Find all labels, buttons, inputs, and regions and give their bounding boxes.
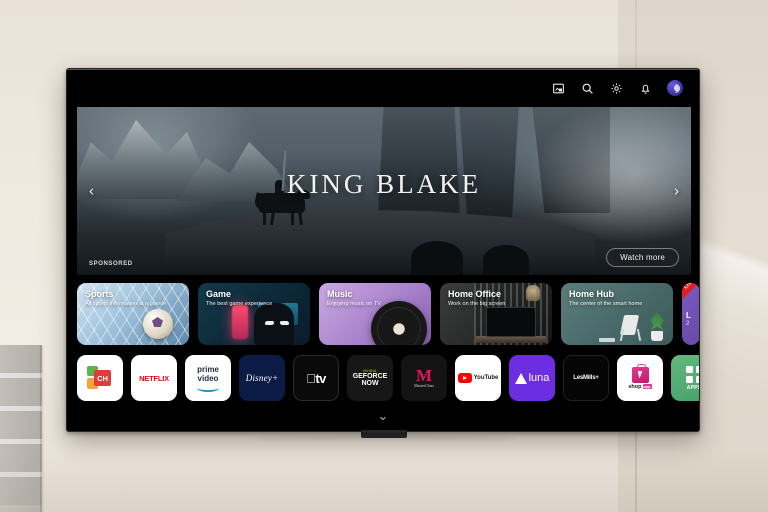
television: KING BLAKE SPONSORED Watch more ‹ › Spor…: [54, 56, 712, 444]
rgb-pc-art: [232, 305, 248, 339]
multiview-icon[interactable]: [551, 81, 566, 96]
app-label: shop: [628, 383, 642, 390]
tv-screen: KING BLAKE SPONSORED Watch more ‹ › Spor…: [66, 68, 700, 432]
app-netflix[interactable]: NETFLIX: [131, 355, 177, 401]
card-title: L: [686, 311, 691, 320]
bell-icon[interactable]: [638, 81, 653, 96]
sponsored-label: SPONSORED: [89, 261, 133, 267]
card-subtitle: 2: [686, 321, 690, 327]
hero-next-arrow[interactable]: ›: [674, 184, 679, 199]
app-disney-plus[interactable]: Disney+: [239, 355, 285, 401]
app-label-wrap: shop app: [628, 383, 652, 390]
vinyl-record-art: [371, 301, 427, 345]
card-title: Home Hub: [569, 289, 614, 299]
desk-art: [476, 336, 546, 343]
hero-prev-arrow[interactable]: ‹: [89, 184, 94, 199]
app-launcher-row: CH NETFLIX prime video Disney+ tv NVIDI…: [77, 355, 700, 403]
lg-channels-icon: CH: [87, 366, 113, 390]
hero-title: KING BLAKE: [286, 169, 482, 199]
monitor-art: [486, 307, 536, 337]
amazon-smile-icon: [197, 384, 219, 392]
gear-icon[interactable]: [609, 81, 624, 96]
youtube-play-icon: [457, 373, 472, 383]
floor-shadow: [0, 452, 768, 512]
card-title: Game: [206, 289, 232, 299]
card-subtitle: The best game experience: [206, 301, 273, 307]
card-title: Home Office: [448, 289, 502, 299]
card-home-office[interactable]: Home Office Work on the big screen: [440, 283, 552, 345]
app-label: APPS: [686, 384, 700, 391]
category-card-row: Sports All sports information at a glanc…: [77, 283, 699, 347]
card-sports[interactable]: Sports All sports information at a glanc…: [77, 283, 189, 345]
shopping-bag-icon: [631, 363, 649, 383]
app-label: luna: [528, 372, 550, 384]
chevron-down-icon[interactable]: ⌄: [378, 409, 389, 422]
app-label: CH: [97, 373, 108, 383]
card-live-partial[interactable]: LIVE L 2: [682, 283, 699, 345]
tv-stand-shadow: [254, 436, 514, 441]
app-label: NETFLIX: [139, 373, 169, 383]
card-title: Sports: [85, 289, 114, 299]
card-game[interactable]: Game The best game experience: [198, 283, 310, 345]
soccer-ball-icon: [143, 309, 173, 339]
card-subtitle: Enjoying music on TV: [327, 301, 381, 307]
app-label-secondary: video: [197, 373, 219, 383]
desk-lamp-art: [526, 285, 540, 301]
card-subtitle: Work on the big screen: [448, 301, 506, 307]
luna-triangle-icon: [514, 372, 527, 384]
app-lesmills[interactable]: LesMills+: [563, 355, 609, 401]
app-youtube[interactable]: YouTube: [455, 355, 501, 401]
card-subtitle: The center of the smart home: [569, 301, 643, 307]
card-home-hub[interactable]: Home Hub The center of the smart home: [561, 283, 673, 345]
live-badge: LIVE: [682, 283, 699, 303]
app-label: GEFORCE: [352, 372, 388, 380]
avatar[interactable]: [667, 80, 683, 96]
avatar-glyph: [670, 83, 680, 93]
plant-art: [647, 311, 667, 341]
live-badge-label: LIVE: [682, 283, 696, 290]
app-label: MasterClass: [414, 383, 434, 388]
table-art: [599, 338, 615, 342]
watch-more-button[interactable]: Watch more: [606, 248, 679, 267]
card-title: Music: [327, 289, 353, 299]
app-apple-tv[interactable]: tv: [293, 355, 339, 401]
app-lg-channels[interactable]: CH: [77, 355, 123, 401]
app-label: tv: [306, 370, 326, 386]
app-apps-store[interactable]: APPS: [671, 355, 700, 401]
app-badge: app: [642, 384, 652, 389]
app-label: LesMills+: [573, 375, 599, 381]
hero-banner[interactable]: KING BLAKE SPONSORED Watch more ‹ ›: [77, 107, 691, 275]
app-label: Disney+: [245, 373, 279, 383]
app-label: prime: [197, 364, 219, 374]
search-icon[interactable]: [580, 81, 595, 96]
app-geforce-now[interactable]: NVIDIA GEFORCE NOW: [347, 355, 393, 401]
card-subtitle: All sports information at a glance: [85, 301, 167, 307]
app-label: YouTube: [473, 375, 499, 381]
card-music[interactable]: Music Enjoying music on TV: [319, 283, 431, 345]
grid-icon: [685, 365, 699, 383]
app-masterclass[interactable]: M MasterClass: [401, 355, 447, 401]
app-shop[interactable]: shop app: [617, 355, 663, 401]
masterclass-mark-icon: M: [415, 366, 433, 385]
app-label-secondary: NOW: [361, 380, 379, 387]
status-bar: [67, 69, 699, 107]
app-luna[interactable]: luna: [509, 355, 555, 401]
chair-art: [617, 315, 643, 342]
app-prime-video[interactable]: prime video: [185, 355, 231, 401]
